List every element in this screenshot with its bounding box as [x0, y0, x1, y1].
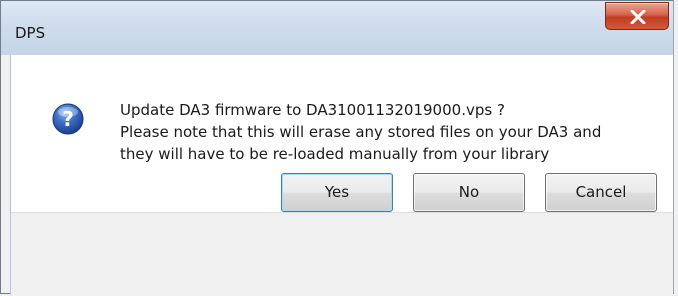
question-icon: ?	[52, 103, 84, 135]
message-line: Update DA3 firmware to DA31001132019000.…	[120, 101, 505, 119]
message-text: Update DA3 firmware to DA31001132019000.…	[120, 99, 660, 165]
close-icon	[630, 10, 646, 24]
no-button[interactable]: No	[413, 173, 525, 212]
message-line: they will have to be re-loaded manually …	[120, 145, 550, 163]
message-line: Please note that this will erase any sto…	[120, 123, 602, 141]
button-bar	[11, 212, 673, 295]
title-bar[interactable]: DPS	[1, 1, 673, 55]
cancel-button[interactable]: Cancel	[545, 173, 657, 212]
dialog-window: DPS ? Update DA3 firmware to DA310011320…	[0, 0, 674, 295]
yes-button[interactable]: Yes	[281, 173, 393, 212]
close-button[interactable]	[605, 2, 669, 30]
window-title: DPS	[15, 24, 46, 42]
question-symbol: ?	[62, 107, 74, 131]
